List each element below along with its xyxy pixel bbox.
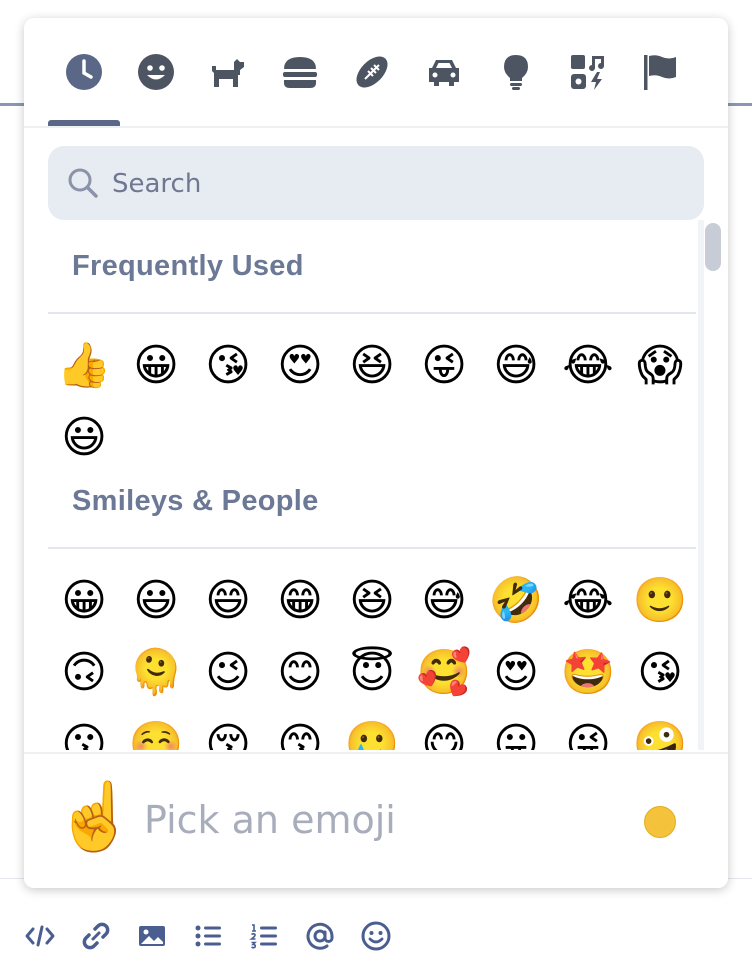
lightbulb-icon [504, 55, 528, 90]
image-icon [139, 926, 165, 946]
category-symbols[interactable] [564, 48, 612, 96]
emoji-cell[interactable]: 🤩 [552, 637, 624, 709]
numbered-list-button[interactable] [246, 918, 282, 954]
clock-icon [66, 54, 102, 90]
emoji-cell[interactable]: 😃 [48, 402, 120, 474]
emoji-cell[interactable]: 😅 [408, 565, 480, 637]
emoji-cell[interactable]: 😃 [120, 565, 192, 637]
emoji-cell[interactable]: 🤣 [480, 565, 552, 637]
section-divider [48, 547, 696, 549]
preview-text: Pick an emoji [144, 798, 396, 842]
emoji-cell[interactable]: 😂 [552, 565, 624, 637]
mention-button[interactable] [302, 918, 338, 954]
section-title: Frequently Used [72, 250, 304, 282]
preview-emoji: ☝️ [54, 778, 137, 855]
category-food[interactable] [276, 48, 324, 96]
emoji-cell[interactable]: 😂 [552, 330, 624, 402]
emoji-cell[interactable]: 😘 [192, 330, 264, 402]
emoji-cell[interactable]: 😜 [408, 330, 480, 402]
mention-icon [306, 922, 334, 950]
emoji-cell[interactable]: 😙 [264, 709, 336, 751]
editor-toolbar [0, 912, 752, 960]
smiley-icon [138, 54, 174, 90]
emoji-cell[interactable]: 👍 [48, 330, 120, 402]
section-title: Smileys & People [72, 485, 319, 517]
emoji-button[interactable] [358, 918, 394, 954]
link-icon [82, 922, 110, 950]
category-activity[interactable] [348, 48, 396, 96]
emoji-cell[interactable]: 😍 [264, 330, 336, 402]
emoji-grid: 👍 😀 😘 😍 😆 😜 😅 😂 😱 😃 [48, 330, 696, 474]
image-button[interactable] [134, 918, 170, 954]
emoji-grid: 😀 😃 😄 😁 😆 😅 🤣 😂 🙂 🙃 🫠 😉 😊 😇 🥰 😍 🤩 😘 😗 ☺️ 😚 😙 🥲 😋 😛 😜 🤪 [48, 565, 696, 751]
emoji-cell[interactable]: 😋 [408, 709, 480, 751]
search-input[interactable] [110, 158, 694, 210]
page: Frequently Used 👍😀😘😍😆😜😅😂😱😃 Smileys & Peo… [0, 0, 752, 972]
emoji-cell[interactable]: 😁 [264, 565, 336, 637]
category-animals[interactable] [204, 48, 252, 96]
emoji-cell[interactable]: 😆 [336, 565, 408, 637]
emoji-cell[interactable]: 😚 [192, 709, 264, 751]
emoji-cell[interactable]: 😀 [48, 565, 120, 637]
emoji-cell[interactable]: 😗 [48, 709, 120, 751]
search-box [48, 146, 704, 220]
emoji-cell[interactable]: 😇 [336, 637, 408, 709]
emoji-cell[interactable]: 😜 [552, 709, 624, 751]
emoji-scroll-area[interactable]: Frequently Used 👍 😀 😘 😍 😆 😜 😅 😂 😱 😃 Smileys & Peo… [24, 220, 728, 750]
emoji-cell[interactable]: 🥲 [336, 709, 408, 751]
car-icon [429, 60, 459, 86]
emoji-cell[interactable]: 😛 [480, 709, 552, 751]
code-icon [25, 925, 55, 947]
dog-icon [212, 59, 244, 87]
bullet-list-button[interactable] [190, 918, 226, 954]
emoji-cell[interactable]: 😄 [192, 565, 264, 637]
category-flags[interactable] [636, 48, 684, 96]
emoji-cell[interactable]: 😆 [336, 330, 408, 402]
emoji-cell[interactable]: 🙃 [48, 637, 120, 709]
symbols-icon [571, 55, 604, 90]
category-objects[interactable] [492, 48, 540, 96]
scrollbar-thumb[interactable] [705, 223, 721, 271]
section-divider [48, 312, 696, 314]
emoji-cell[interactable]: 🙂 [624, 565, 696, 637]
skin-tone-selector[interactable] [644, 806, 676, 838]
code-button[interactable] [22, 918, 58, 954]
emoji-cell[interactable]: 😅 [480, 330, 552, 402]
emoji-cell[interactable]: 😀 [120, 330, 192, 402]
category-travel[interactable] [420, 48, 468, 96]
emoji-cell[interactable]: ☺️ [120, 709, 192, 751]
emoji-cell[interactable]: 😱 [624, 330, 696, 402]
emoji-cell[interactable]: 🥰 [408, 637, 480, 709]
preview-footer: ☝️ Pick an emoji [24, 752, 728, 888]
category-smileys[interactable] [132, 48, 180, 96]
burger-icon [283, 57, 317, 88]
emoji-picker: Frequently Used 👍😀😘😍😆😜😅😂😱😃 Smileys & Peo… [24, 18, 728, 888]
category-recent[interactable] [60, 48, 108, 96]
link-button[interactable] [78, 918, 114, 954]
emoji-cell[interactable]: 😍 [480, 637, 552, 709]
emoji-cell[interactable]: 😉 [192, 637, 264, 709]
search-icon [68, 168, 98, 198]
emoji-cell[interactable]: 🤪 [624, 709, 696, 751]
emoji-cell[interactable]: 😘 [624, 637, 696, 709]
scrollbar-track [698, 220, 704, 750]
numbered-list-icon [249, 924, 277, 949]
emoji-icon [361, 921, 391, 951]
active-category-indicator [48, 120, 120, 126]
emoji-cell[interactable]: 🫠 [120, 637, 192, 709]
football-icon [356, 56, 388, 88]
flag-icon [644, 55, 676, 90]
emoji-cell[interactable]: 😊 [264, 637, 336, 709]
bullet-list-icon [195, 925, 221, 947]
category-bar [24, 18, 728, 128]
